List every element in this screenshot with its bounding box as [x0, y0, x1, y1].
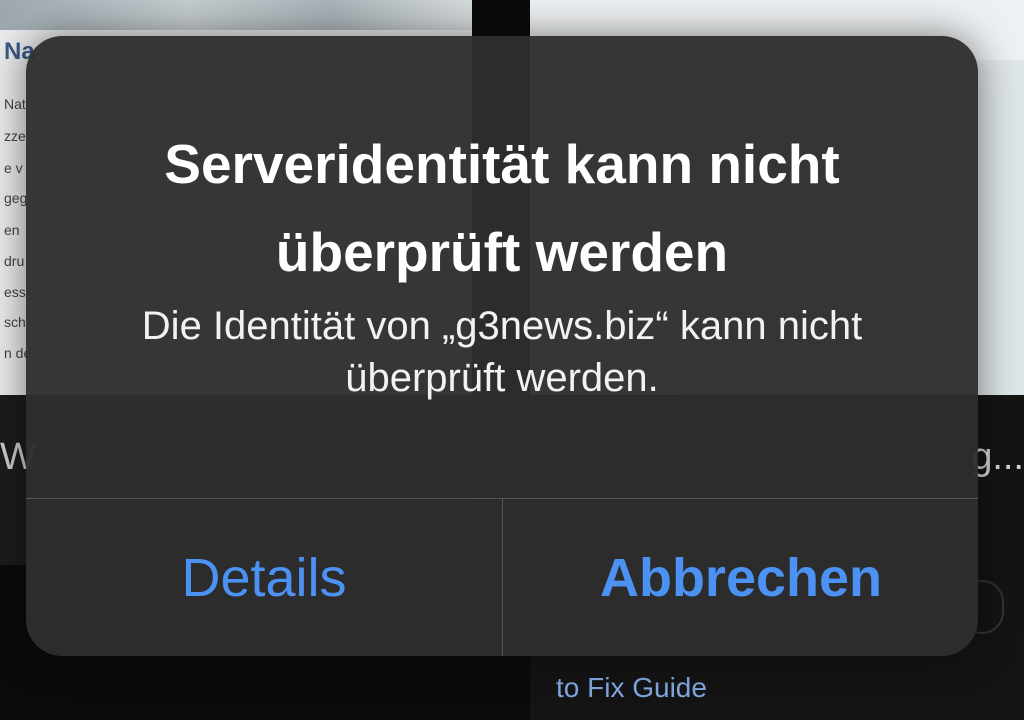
- details-button[interactable]: Details: [26, 499, 502, 656]
- cancel-button[interactable]: Abbrechen: [503, 499, 978, 656]
- alert-title: Serveridentität kann nicht überprüft wer…: [164, 133, 840, 283]
- tab-preview-text: e v: [4, 160, 23, 176]
- tab-preview-text: Nat: [4, 96, 26, 112]
- alert-dialog: Serveridentität kann nicht überprüft wer…: [26, 36, 978, 656]
- tab-caption-right: to Fix Guide: [556, 672, 707, 703]
- tab-preview-text: en: [4, 222, 20, 238]
- tab-preview-text: zze: [4, 128, 26, 144]
- tab-preview-image: [0, 0, 472, 30]
- tab-preview-text: geg: [4, 190, 28, 206]
- tab-preview-text: dru: [4, 253, 25, 269]
- alert-message: Die Identität von „g3news.biz“ kann nich…: [141, 304, 863, 400]
- tab-title-right: g...: [971, 436, 1024, 478]
- tab-preview-text: sch: [4, 314, 26, 330]
- screen: Na Nat zze e v geg en dru ess sch n de W…: [0, 0, 1024, 720]
- tab-preview-text: ess: [4, 284, 26, 300]
